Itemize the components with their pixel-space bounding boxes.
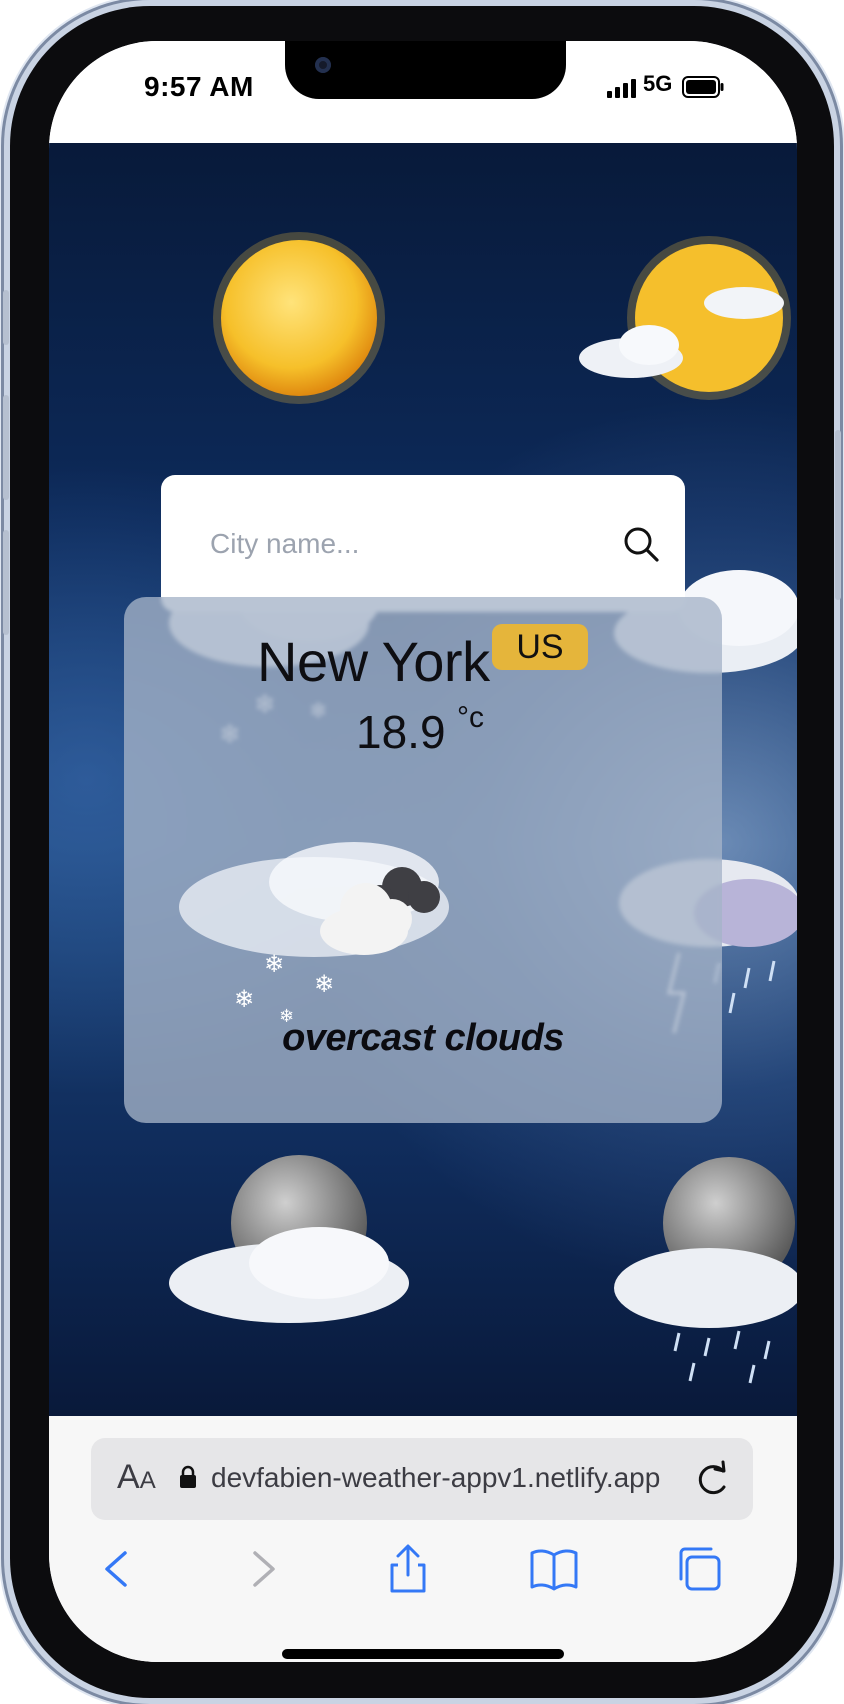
- search-box: [161, 475, 685, 612]
- svg-text:❄: ❄: [314, 971, 334, 998]
- status-time: 9:57 AM: [144, 71, 254, 102]
- moon-cloud-icon: [169, 1155, 409, 1323]
- sun-cloud-icon: [579, 236, 791, 400]
- status-bar: 9:57 AM 5G: [49, 41, 797, 143]
- forward-icon[interactable]: [235, 1541, 291, 1597]
- weather-description: overcast clouds: [282, 1017, 564, 1059]
- front-camera: [315, 57, 331, 73]
- search-icon[interactable]: [621, 524, 661, 564]
- aa-big: A: [117, 1458, 140, 1496]
- bookmarks-icon[interactable]: [526, 1541, 582, 1597]
- side-button-volume-up: [3, 395, 9, 500]
- country-badge: US: [492, 624, 588, 670]
- browser-nav-row: [49, 1541, 797, 1601]
- browser-toolbar: AA devfabien-weather-appv1.netlify.app: [49, 1416, 797, 1662]
- temperature-unit: °c: [457, 701, 484, 734]
- aa-small: A: [139, 1467, 156, 1494]
- svg-text:❄: ❄: [234, 986, 254, 1013]
- network-label: 5G: [643, 71, 673, 96]
- side-button-volume-down: [3, 530, 9, 635]
- text-size-button[interactable]: AA: [117, 1458, 156, 1497]
- weather-background: ❄ ❄ ❄: [49, 143, 797, 1416]
- share-icon[interactable]: [380, 1541, 436, 1597]
- tabs-icon[interactable]: [671, 1541, 727, 1597]
- side-button-silent: [3, 290, 9, 345]
- lock-icon: [180, 1465, 196, 1488]
- address-bar[interactable]: AA devfabien-weather-appv1.netlify.app: [91, 1438, 753, 1520]
- city-name: New York: [257, 630, 490, 693]
- svg-text:❄: ❄: [264, 951, 284, 978]
- temperature-value: 18.9: [356, 706, 446, 758]
- moon-rain-icon: [614, 1157, 797, 1384]
- back-icon[interactable]: [89, 1541, 145, 1597]
- battery-icon: [682, 76, 724, 98]
- phone-screen: 9:57 AM 5G City name... New York US 18.9…: [49, 41, 797, 1662]
- signal-bars-icon: [607, 79, 636, 98]
- reload-icon[interactable]: [693, 1459, 731, 1499]
- home-indicator: [282, 1649, 564, 1659]
- sun-icon: [213, 232, 385, 404]
- side-button-power: [835, 430, 841, 600]
- weather-card: New York US 18.9 °c ❄ ❄ ❄ ❄ overcast clo…: [124, 597, 722, 1123]
- url-text: devfabien-weather-appv1.netlify.app: [211, 1462, 661, 1493]
- overcast-clouds-icon: [320, 867, 440, 955]
- search-input[interactable]: [208, 526, 592, 561]
